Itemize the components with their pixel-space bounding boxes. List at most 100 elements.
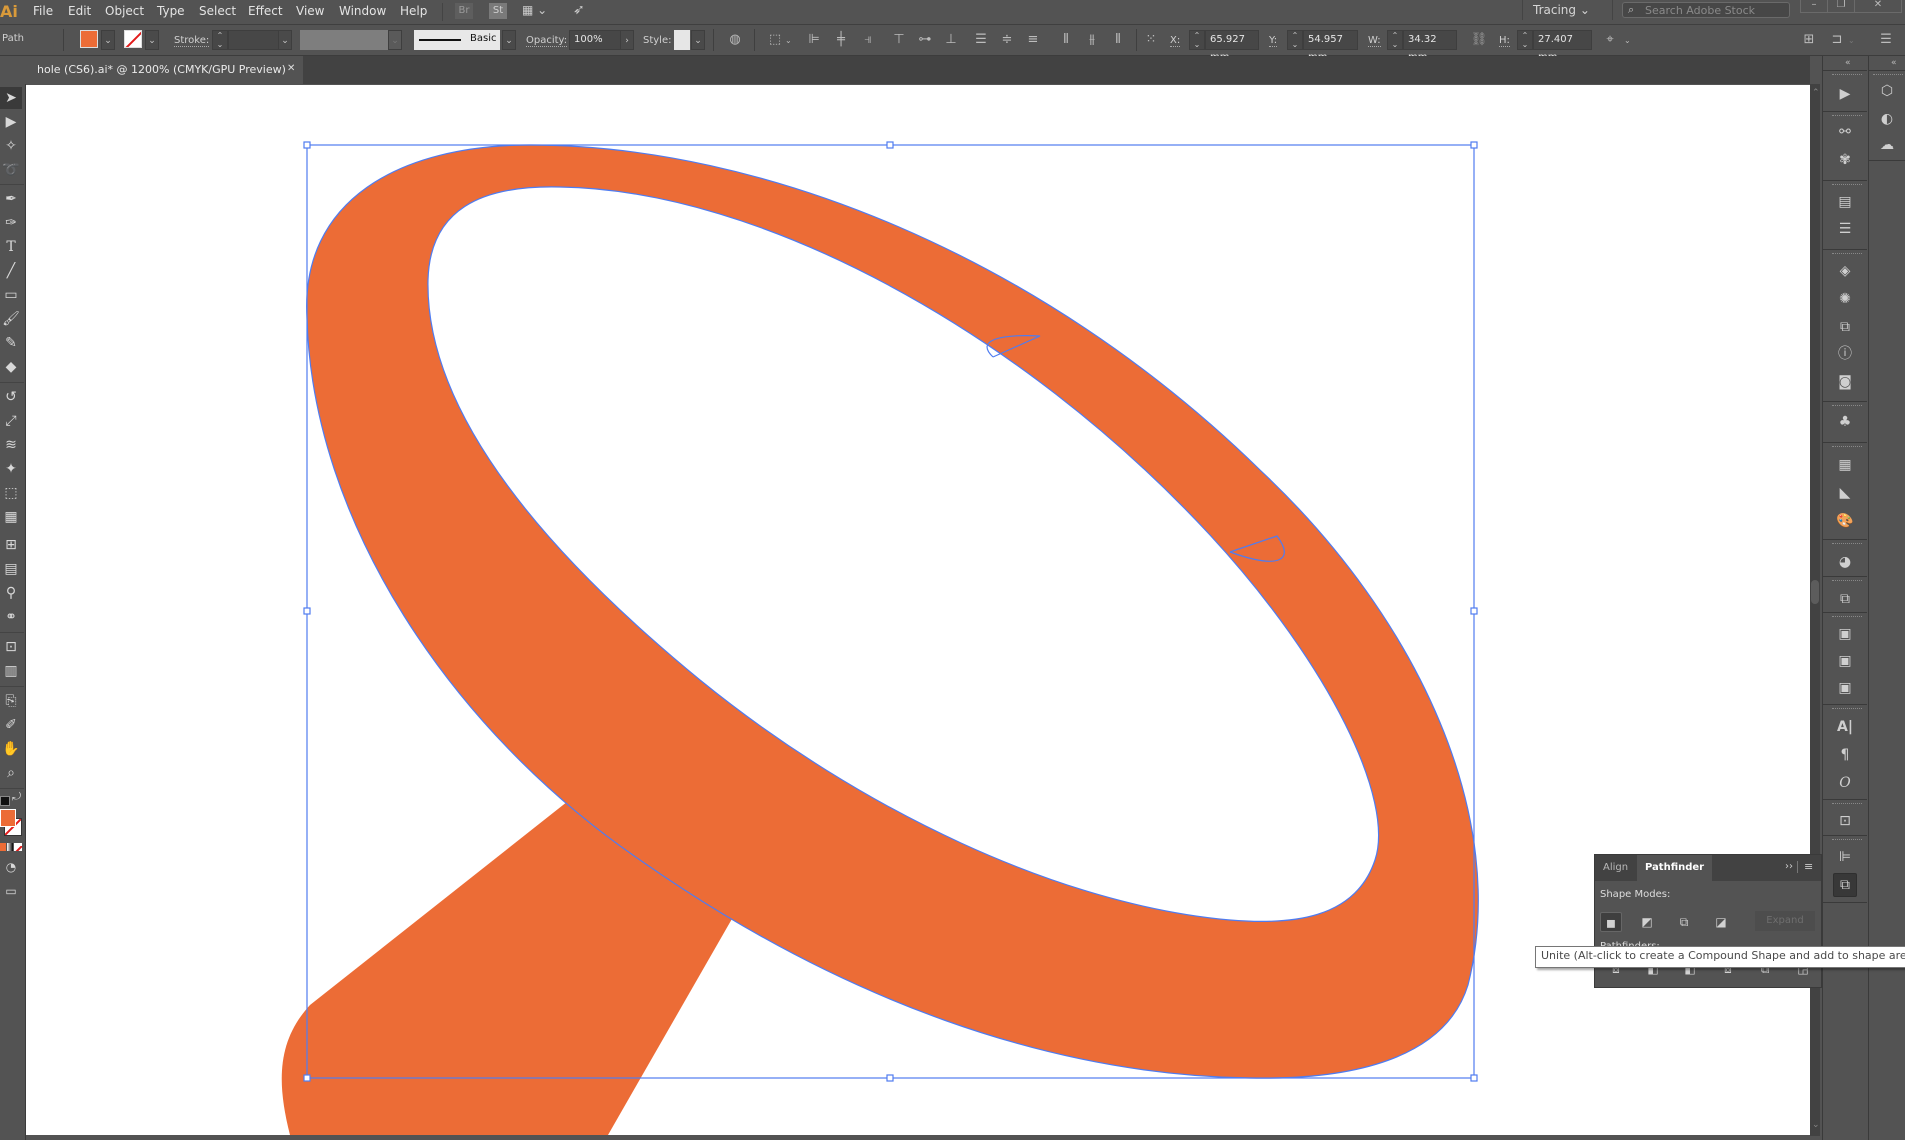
lasso-tool-icon[interactable]: ➰ (0, 159, 22, 181)
horizontal-distribute-right-icon[interactable]: ⫴ (1109, 31, 1127, 49)
transform-each-icon[interactable]: ⌖ (1601, 31, 1619, 49)
chevron-down-icon[interactable]: ⌄ (785, 36, 792, 45)
x-field[interactable]: 65.927 mm (1205, 30, 1259, 63)
eyedropper-tool-icon[interactable]: ⚲ (0, 582, 22, 604)
transparency-panel-icon[interactable]: ◕ (1834, 551, 1856, 573)
profile-dropdown[interactable]: ⌄ (388, 30, 402, 50)
pen-tool-icon[interactable]: ✒ (0, 188, 22, 210)
vertical-align-top-icon[interactable]: ⊤ (890, 31, 908, 49)
arrange-documents-icon[interactable]: ▦ ⌄ (522, 3, 547, 17)
asset-export-panel-icon[interactable]: ⧉ (1834, 588, 1856, 610)
align-to-selection-icon[interactable]: ⬚ (766, 31, 784, 49)
perspective-grid-tool-icon[interactable]: ▦ (0, 506, 22, 528)
h-label[interactable]: H: (1499, 35, 1510, 47)
fill-dropdown[interactable]: ⌄ (101, 30, 115, 50)
libraries-panel-icon[interactable]: ⬡ (1876, 80, 1898, 102)
brush-dropdown[interactable]: ⌄ (502, 30, 516, 50)
horizontal-distribute-center-icon[interactable]: ⫵ (1083, 31, 1101, 49)
actions-panel-icon[interactable]: ▶ (1834, 83, 1856, 105)
appearance-panel-icon[interactable]: ✺ (1834, 288, 1856, 310)
menu-help[interactable]: Help (400, 4, 427, 18)
exclude-button[interactable]: ◪ (1710, 912, 1732, 932)
width-tool-icon[interactable]: ✦ (0, 458, 22, 480)
artboard-tool-icon[interactable]: ⎘ (0, 690, 22, 712)
vertical-distribute-bottom-icon[interactable]: ≡ (1024, 31, 1042, 49)
restore-button[interactable]: ❐ (1827, 0, 1855, 13)
symbol-sprayer-tool-icon[interactable]: ⊡ (0, 636, 22, 658)
rotate-tool-icon[interactable]: ↺ (0, 386, 22, 408)
graphic-style-swatch[interactable] (674, 30, 690, 50)
unite-button[interactable]: ◼ (1600, 912, 1622, 932)
artboard[interactable] (26, 85, 1810, 1135)
panel-menu-icon[interactable]: ☰ (1877, 31, 1895, 49)
brushes-panel-icon[interactable]: ✾ (1834, 149, 1856, 171)
swap-colors-icon[interactable]: ⤾ (12, 790, 21, 804)
horizontal-align-right-icon[interactable]: ⫣ (859, 31, 877, 49)
stroke-weight-field[interactable] (228, 30, 280, 50)
menu-edit[interactable]: Edit (68, 4, 91, 18)
magic-wand-tool-icon[interactable]: ✧ (0, 135, 22, 157)
opacity-label[interactable]: Opacity: (526, 35, 568, 47)
fill-color-box[interactable] (0, 809, 16, 827)
close-tab-icon[interactable]: ✕ (287, 63, 295, 74)
vertical-distribute-center-icon[interactable]: ≑ (998, 31, 1016, 49)
tab-pathfinder[interactable]: Pathfinder (1637, 855, 1713, 881)
info-panel-icon[interactable]: ⓘ (1834, 343, 1856, 365)
transform-panel-icon[interactable]: ⧉ (1834, 316, 1856, 338)
artboards-panel-icon[interactable]: ▣ (1834, 623, 1856, 645)
swatches-panel-icon[interactable]: ▦ (1834, 454, 1856, 476)
libraries-image-panel-icon[interactable]: ▣ (1834, 677, 1856, 699)
y-field[interactable]: 54.957 mm (1303, 30, 1358, 63)
horizontal-distribute-left-icon[interactable]: ⫴ (1057, 31, 1075, 49)
scroll-up-icon[interactable]: ⌃ (1812, 88, 1820, 98)
zoom-tool-icon[interactable]: ⌕ (0, 762, 22, 784)
menu-type[interactable]: Type (157, 4, 185, 18)
stroke-label[interactable]: Stroke: (174, 35, 210, 47)
panel-menu-icon[interactable]: ≡ (1804, 860, 1813, 873)
pathfinder-panel-icon[interactable]: ⧉ (1833, 873, 1857, 897)
stock-search-input[interactable]: ⌕ Search Adobe Stock (1622, 2, 1790, 18)
menu-view[interactable]: View (296, 4, 324, 18)
reference-point-icon[interactable]: ⁙ (1142, 31, 1160, 49)
type-tool-icon[interactable]: T (0, 236, 22, 258)
opacity-field[interactable]: 100% (569, 30, 621, 50)
chevron-down-icon[interactable]: ⌄ (1624, 36, 1631, 45)
slice-tool-icon[interactable]: ✐ (0, 714, 22, 736)
style-dropdown[interactable]: ⌄ (691, 30, 705, 50)
stroke-weight-stepper[interactable]: ⌃ ⌄ (212, 30, 228, 50)
document-tab[interactable]: hole (CS6).ai* @ 1200% (CMYK/GPU Preview… (28, 56, 303, 84)
gradient-panel-icon[interactable]: ▤ (1834, 191, 1856, 213)
y-label[interactable]: Y: (1269, 35, 1278, 47)
workspace-switcher[interactable]: Tracing ⌄ (1533, 3, 1590, 17)
vertical-align-center-icon[interactable]: ⊶ (916, 31, 934, 49)
column-graph-tool-icon[interactable]: ▥ (0, 660, 22, 682)
selection-tool-icon[interactable]: ➤ (0, 87, 22, 109)
screen-mode-icon[interactable]: ▭ (0, 880, 22, 902)
paragraph-panel-icon[interactable]: ¶ (1834, 744, 1856, 766)
stroke-panel-icon[interactable]: ☰ (1834, 218, 1856, 240)
gradient-tool-icon[interactable]: ▤ (0, 558, 22, 580)
default-colors-icon[interactable] (0, 796, 10, 806)
stroke-swatch[interactable] (124, 30, 142, 48)
color-mode-icon[interactable] (0, 843, 6, 851)
menu-object[interactable]: Object (105, 4, 144, 18)
isolate-selection-icon[interactable]: ⊞ (1800, 31, 1818, 49)
horizontal-align-left-icon[interactable]: ⊫ (805, 31, 823, 49)
scroll-down-icon[interactable]: ⌄ (1812, 1120, 1820, 1130)
variable-width-profile[interactable] (300, 30, 388, 50)
collapse-dock-icon[interactable]: « (1891, 58, 1897, 68)
layers-panel-icon[interactable]: ◈ (1834, 260, 1856, 282)
gpu-performance-icon[interactable]: ➶ (573, 2, 585, 18)
y-stepper[interactable]: ⌃ ⌄ (1287, 30, 1303, 50)
scale-tool-icon[interactable]: ⤢ (0, 410, 22, 432)
expand-button[interactable]: Expand (1755, 911, 1815, 931)
constrain-proportions-icon[interactable]: ⛓ (1470, 31, 1488, 49)
w-field[interactable]: 34.32 mm (1403, 30, 1457, 63)
arrange-icon[interactable]: ⊐ (1828, 31, 1846, 49)
menu-effect[interactable]: Effect (248, 4, 283, 18)
x-label[interactable]: X: (1170, 35, 1181, 47)
symbols-panel-icon[interactable]: ♣ (1834, 411, 1856, 433)
opentype-panel-icon[interactable]: O (1834, 772, 1856, 794)
character-panel-icon[interactable]: A| (1834, 716, 1856, 738)
artwork[interactable] (26, 85, 1810, 1135)
